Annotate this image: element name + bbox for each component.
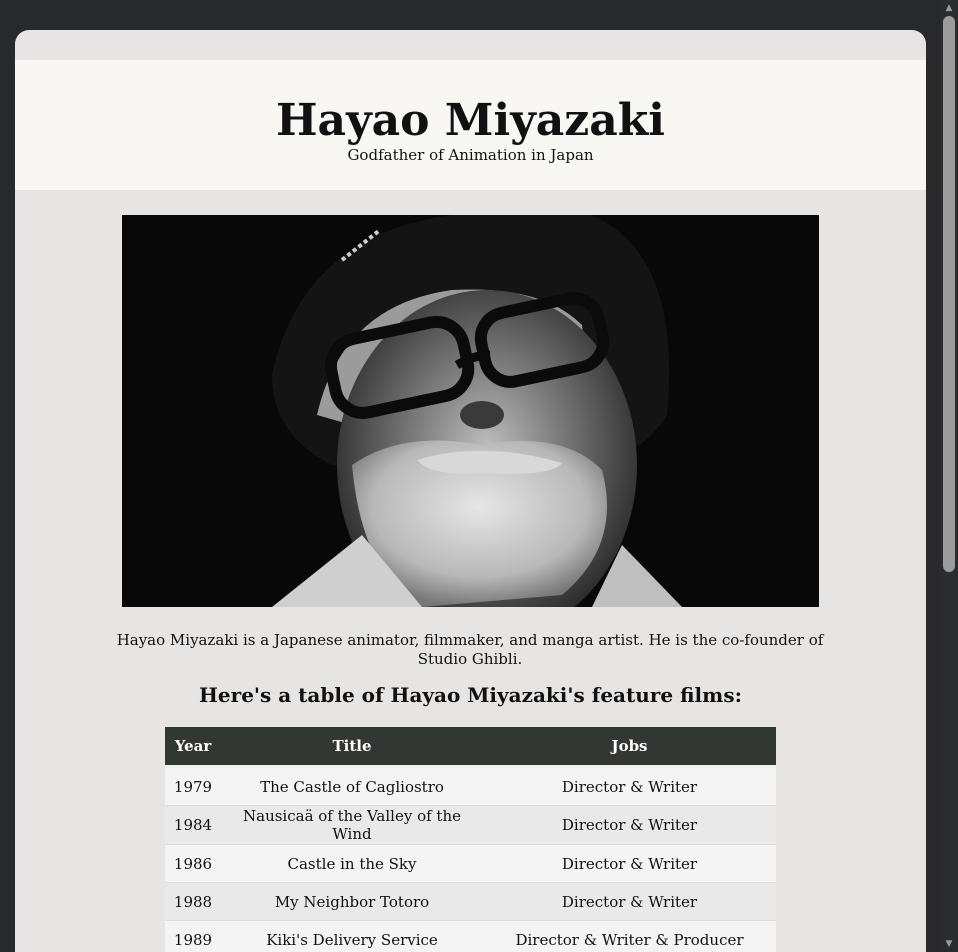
page-title: Hayao Miyazaki — [275, 95, 666, 146]
column-header-title: Title — [221, 727, 483, 768]
film-title: Castle in the Sky — [221, 844, 483, 883]
film-title: My Neighbor Totoro — [221, 882, 483, 921]
table-row: 1984 Nausicaä of the Valley of the Wind … — [165, 805, 776, 845]
table-header-row: Year Title Jobs — [165, 727, 776, 768]
film-jobs: Director & Writer — [483, 844, 776, 883]
film-jobs: Director & Writer — [483, 882, 776, 921]
film-year: 1988 — [165, 882, 221, 921]
column-header-jobs: Jobs — [483, 727, 776, 768]
scrollbar-thumb[interactable] — [943, 16, 955, 572]
column-header-year: Year — [165, 727, 221, 768]
film-year: 1979 — [165, 766, 221, 806]
film-title: The Castle of Cagliostro — [221, 766, 483, 806]
vertical-scrollbar[interactable]: ▲ ▼ — [940, 0, 958, 952]
portrait-illustration — [122, 215, 819, 607]
film-jobs: Director & Writer & Producer — [483, 920, 776, 952]
film-title: Kiki's Delivery Service — [221, 920, 483, 952]
page-header: Hayao Miyazaki Godfather of Animation in… — [15, 60, 926, 190]
film-title: Nausicaä of the Valley of the Wind — [221, 805, 483, 845]
films-table: Year Title Jobs 1979 The Castle of Cagli… — [165, 727, 776, 952]
film-year: 1984 — [165, 805, 221, 845]
table-row: 1986 Castle in the Sky Director & Writer — [165, 844, 776, 883]
table-row: 1988 My Neighbor Totoro Director & Write… — [165, 882, 776, 921]
scroll-up-arrow-icon[interactable]: ▲ — [940, 2, 958, 14]
film-year: 1986 — [165, 844, 221, 883]
intro-caption: Hayao Miyazaki is a Japanese animator, f… — [116, 631, 824, 668]
film-jobs: Director & Writer — [483, 805, 776, 845]
page-subtitle: Godfather of Animation in Japan — [347, 146, 594, 164]
hero-image — [122, 215, 819, 607]
film-year: 1989 — [165, 920, 221, 952]
table-row: 1979 The Castle of Cagliostro Director &… — [165, 766, 776, 806]
browser-viewport: Hayao Miyazaki Godfather of Animation in… — [15, 30, 926, 952]
film-jobs: Director & Writer — [483, 766, 776, 806]
scroll-down-arrow-icon[interactable]: ▼ — [940, 938, 958, 950]
films-heading: Here's a table of Hayao Miyazaki's featu… — [199, 683, 742, 707]
table-row: 1989 Kiki's Delivery Service Director & … — [165, 920, 776, 952]
